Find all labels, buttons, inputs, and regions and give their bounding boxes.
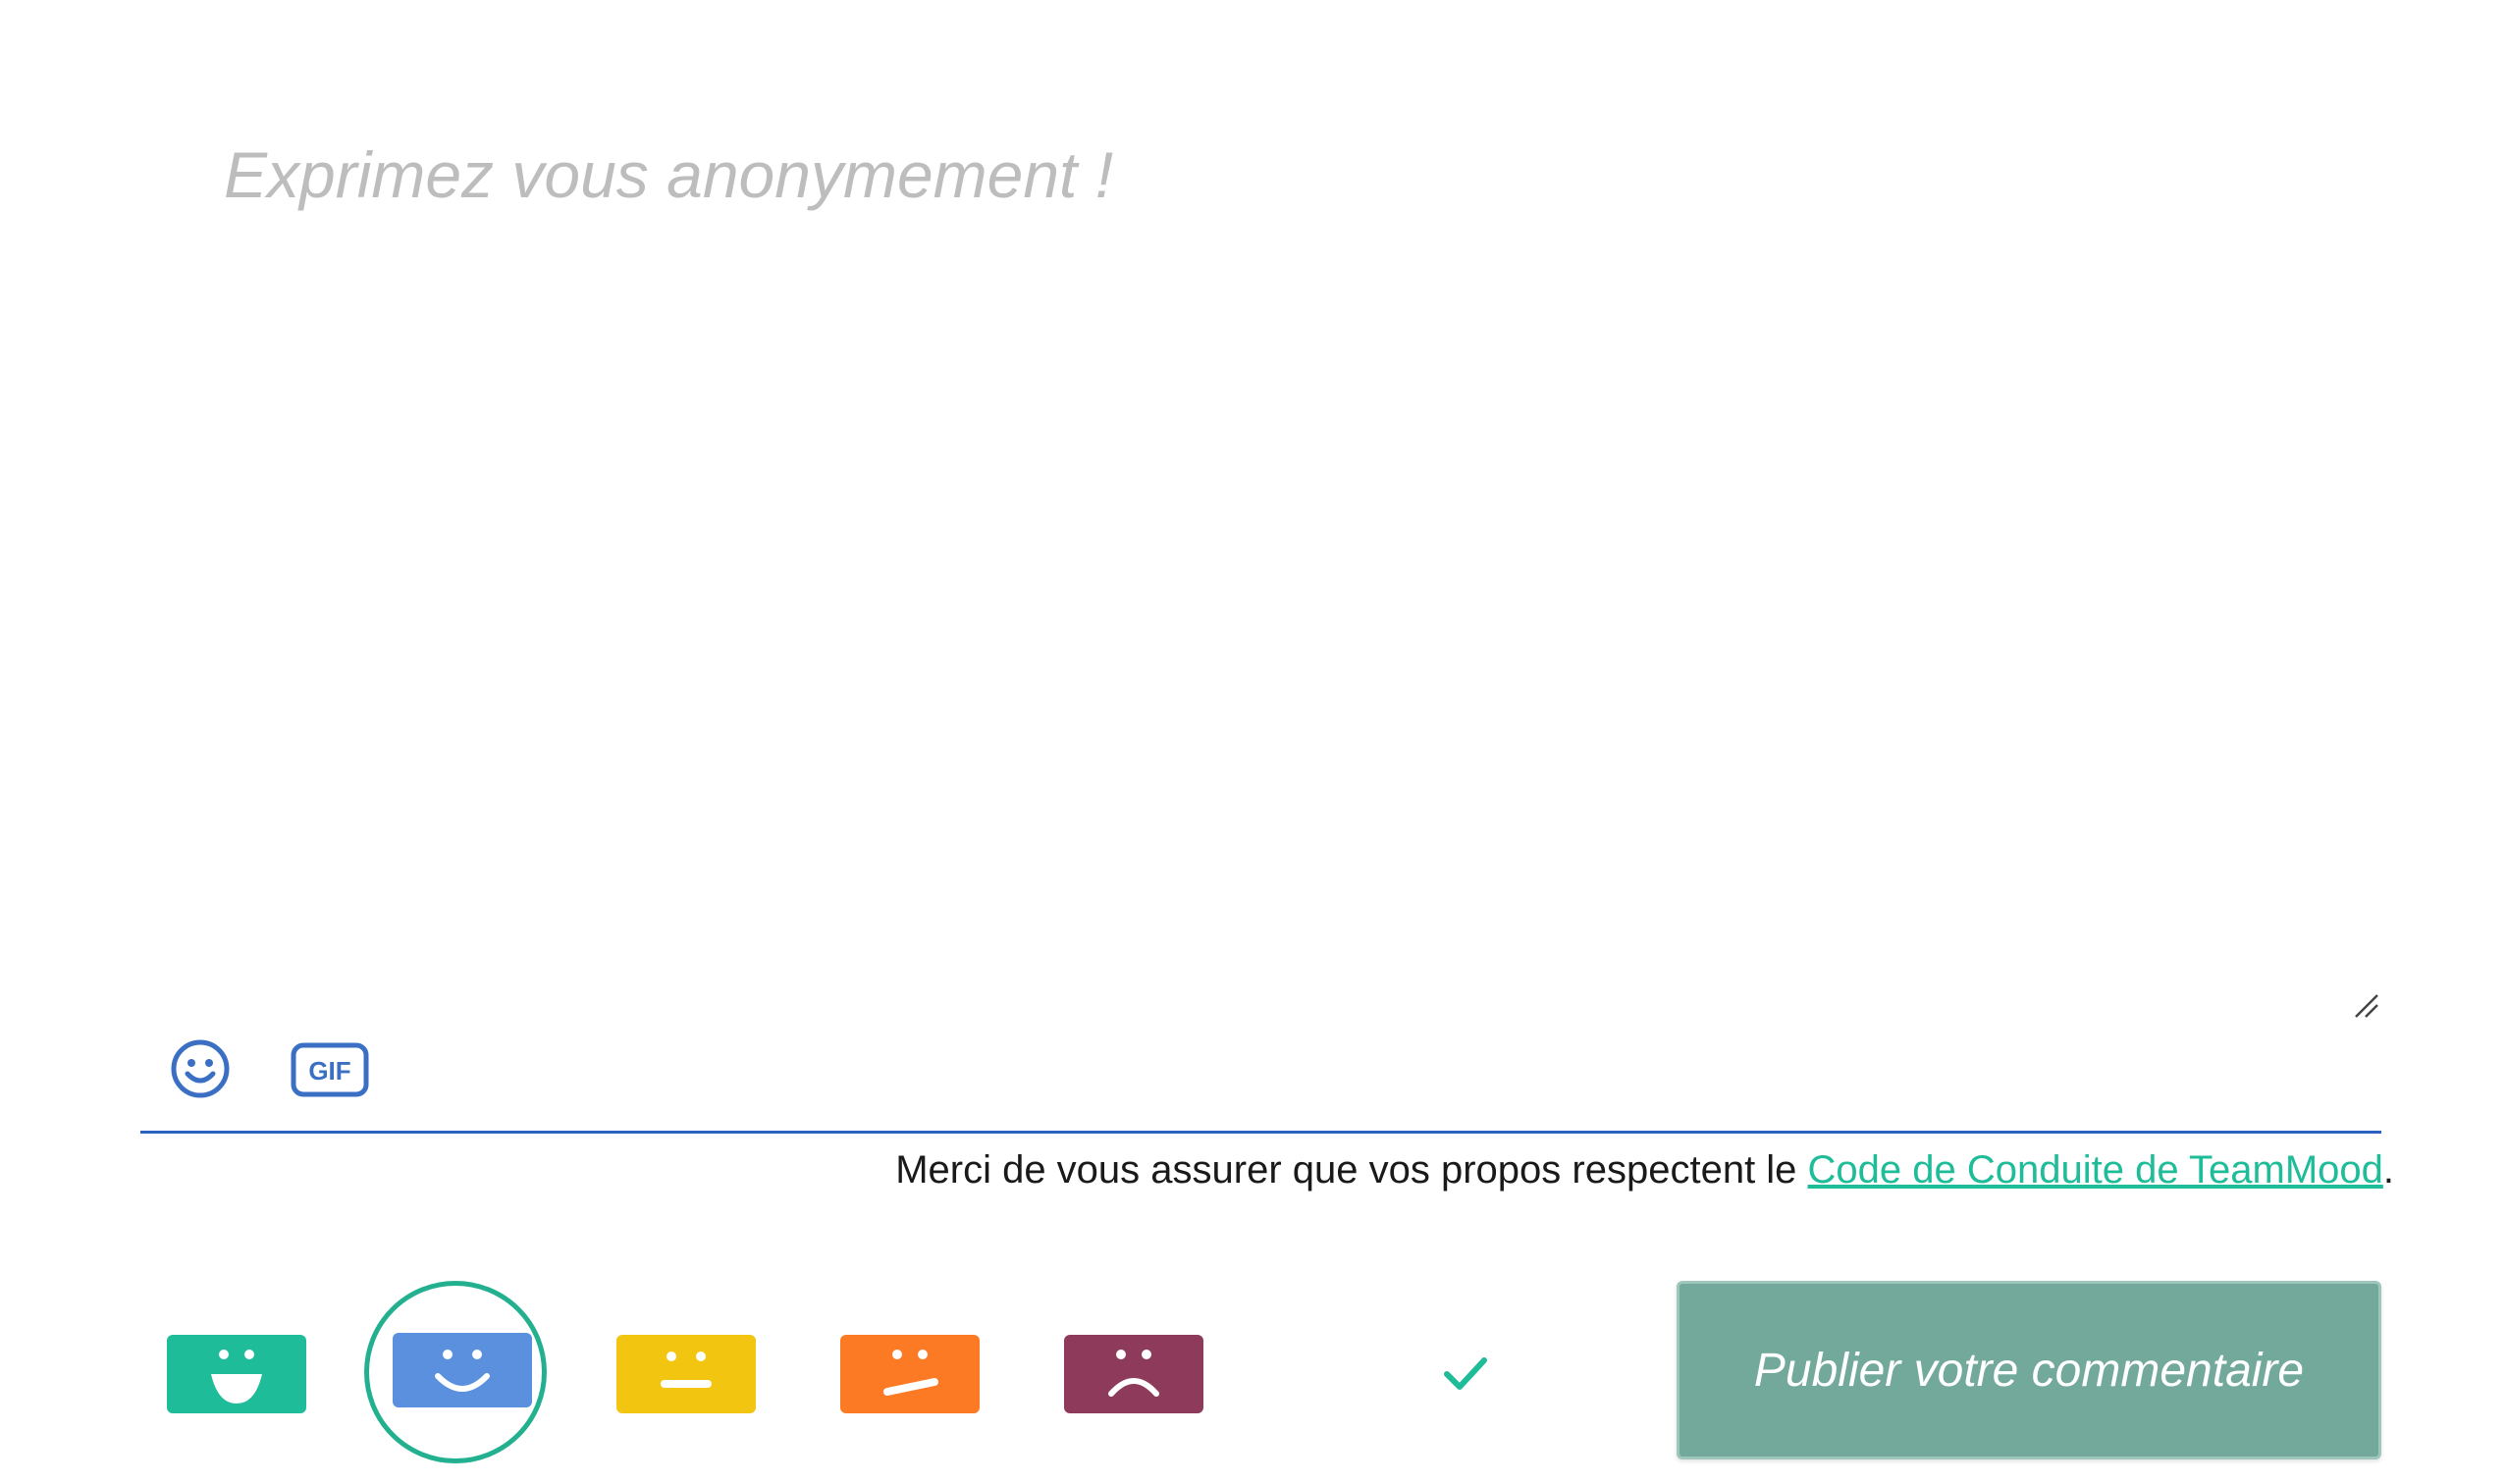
gif-icon[interactable]: GIF <box>291 1042 369 1097</box>
code-of-conduct-link[interactable]: Code de Conduite de TeamMood <box>1808 1148 2383 1192</box>
mood-unhappy-button[interactable] <box>840 1335 980 1413</box>
publish-comment-button[interactable]: Publier votre commentaire <box>1677 1281 2381 1459</box>
conduct-notice: Merci de vous assurer que vos propos res… <box>895 1148 2394 1192</box>
neutral-face-icon <box>661 1352 712 1388</box>
smile-face-icon <box>435 1350 490 1392</box>
sad-face-icon <box>1108 1350 1159 1397</box>
unhappy-face-icon <box>883 1350 938 1396</box>
conduct-notice-suffix: . <box>2382 1148 2394 1192</box>
mood-happy-button[interactable] <box>393 1333 532 1407</box>
comment-composer: GIF <box>140 39 2381 1140</box>
mood-very-happy-button[interactable] <box>167 1335 306 1413</box>
resize-handle-icon[interactable] <box>2352 991 2381 1021</box>
smiley-face-icon[interactable] <box>170 1038 231 1099</box>
checkmark-icon <box>1444 1357 1487 1390</box>
comment-textarea[interactable] <box>140 39 2381 1021</box>
big-smile-face-icon <box>211 1350 262 1404</box>
mood-sad-button[interactable] <box>1064 1335 1203 1413</box>
composer-underline <box>140 1131 2381 1134</box>
mood-selector <box>140 1276 1515 1472</box>
gif-label: GIF <box>308 1056 350 1086</box>
mood-neutral-button[interactable] <box>616 1335 756 1413</box>
conduct-notice-text: Merci de vous assurer que vos propos res… <box>895 1148 1808 1192</box>
